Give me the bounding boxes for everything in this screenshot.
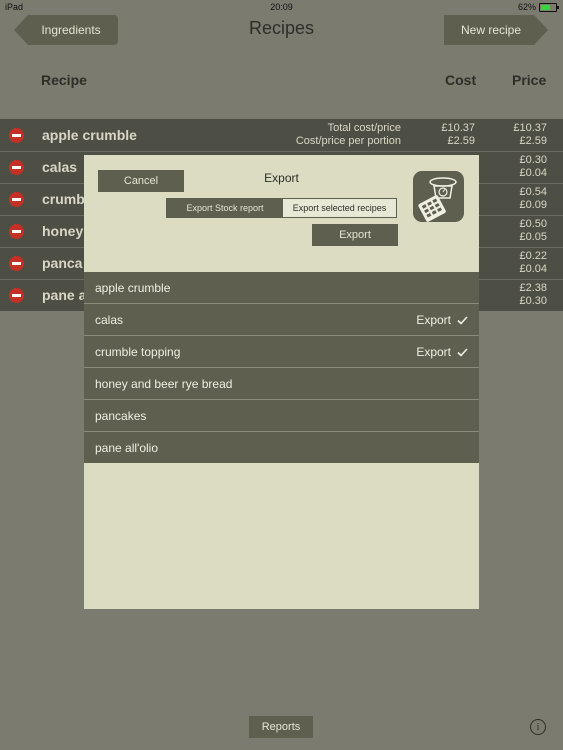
info-icon[interactable]: i — [530, 719, 546, 735]
column-header-cost: Cost — [445, 72, 477, 88]
recipe-name: honey — [42, 223, 84, 239]
price-value: £0.30 — [519, 154, 547, 166]
total-price: £10.37 — [513, 122, 547, 134]
price-values: £0.50 £0.05 — [487, 218, 547, 244]
new-recipe-button[interactable]: New recipe — [444, 15, 548, 45]
total-cost: £10.37 — [441, 122, 475, 134]
battery-percent: 62% — [517, 2, 536, 12]
portion-price: £2.59 — [519, 135, 547, 147]
list-item[interactable]: crumble topping Export — [84, 336, 479, 368]
delete-icon[interactable] — [9, 128, 24, 143]
list-item[interactable]: pane all'olio — [84, 432, 479, 463]
list-item[interactable]: apple crumble — [84, 272, 479, 304]
list-item-label: crumble topping — [95, 345, 181, 359]
list-item-label: apple crumble — [95, 281, 171, 295]
summary-labels: Total cost/price Cost/price per portion — [240, 122, 401, 148]
price-value: £0.09 — [519, 199, 547, 211]
reports-button[interactable]: Reports — [249, 716, 313, 738]
price-values: £2.38 £0.30 — [487, 282, 547, 308]
export-mode-segmented-control: Export Stock report Export selected reci… — [166, 198, 397, 218]
battery-icon — [539, 2, 559, 12]
export-mark: Export — [416, 313, 468, 327]
recipe-name: pane a — [42, 287, 87, 303]
status-time: 20:09 — [270, 2, 293, 12]
list-item[interactable]: pancakes — [84, 400, 479, 432]
segment-export-stock-report[interactable]: Export Stock report — [167, 199, 283, 217]
price-values: £0.30 £0.04 — [487, 154, 547, 180]
export-mark-label: Export — [416, 313, 451, 327]
price-values: £0.54 £0.09 — [487, 186, 547, 212]
checkmark-icon — [457, 315, 468, 325]
list-item-label: honey and beer rye bread — [95, 377, 233, 391]
price-value: £0.05 — [519, 231, 547, 243]
price-value: £0.30 — [519, 295, 547, 307]
recipe-name: crumb — [42, 191, 85, 207]
price-value: £0.50 — [519, 218, 547, 230]
list-item-label: calas — [95, 313, 124, 327]
list-item[interactable]: calas Export — [84, 304, 479, 336]
price-value: £0.04 — [519, 263, 547, 275]
list-item-label: pane all'olio — [95, 441, 159, 455]
price-value: £0.04 — [519, 167, 547, 179]
delete-icon[interactable] — [9, 256, 24, 271]
status-right: 62% — [517, 2, 559, 12]
recipe-name: calas — [42, 159, 78, 175]
export-dialog: Cancel Export Export Stock report Export… — [84, 155, 479, 609]
column-header-price: Price — [512, 72, 547, 88]
price-value: £0.22 — [519, 250, 547, 262]
list-item[interactable]: honey and beer rye bread — [84, 368, 479, 400]
export-mark: Export — [416, 345, 468, 359]
delete-icon[interactable] — [9, 192, 24, 207]
price-value: £0.54 — [519, 186, 547, 198]
segment-export-selected-recipes[interactable]: Export selected recipes — [283, 199, 396, 217]
status-bar: iPad 20:09 62% — [0, 0, 563, 14]
delete-icon[interactable] — [9, 288, 24, 303]
delete-icon[interactable] — [9, 160, 24, 175]
column-header-recipe: Recipe — [41, 72, 87, 88]
scale-calculator-icon — [413, 171, 464, 222]
export-mark-label: Export — [416, 345, 451, 359]
recipe-name: apple crumble — [42, 127, 137, 143]
table-row[interactable]: apple crumble Total cost/price Cost/pric… — [0, 119, 563, 152]
portion-cost: £2.59 — [447, 135, 475, 147]
price-values: £0.22 £0.04 — [487, 250, 547, 276]
recipe-name: panca — [42, 255, 83, 271]
portion-label: Cost/price per portion — [295, 135, 401, 147]
delete-icon[interactable] — [9, 224, 24, 239]
price-values: £10.37 £2.59 — [487, 122, 547, 148]
checkmark-icon — [457, 347, 468, 357]
price-value: £2.38 — [519, 282, 547, 294]
total-label: Total cost/price — [327, 122, 401, 134]
cost-values: £10.37 £2.59 — [415, 122, 475, 148]
list-item-label: pancakes — [95, 409, 147, 423]
export-button[interactable]: Export — [312, 224, 398, 246]
